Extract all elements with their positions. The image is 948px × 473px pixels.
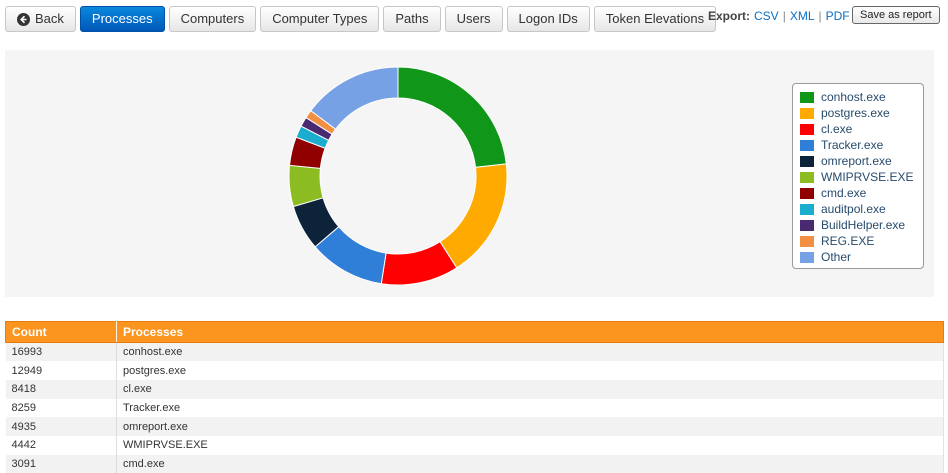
legend-swatch (800, 108, 814, 119)
chart-panel: conhost.exe postgres.exe cl.exe Tracker.exe… (5, 50, 934, 297)
legend-item[interactable]: REG.EXE (800, 233, 923, 249)
legend-item[interactable]: postgres.exe (800, 105, 923, 121)
legend-swatch (800, 156, 814, 167)
legend-item[interactable]: conhost.exe (800, 89, 923, 105)
table-row[interactable]: 16993conhost.exe (6, 343, 944, 362)
export-csv-link[interactable]: CSV (754, 9, 779, 23)
legend-label: auditpol.exe (821, 202, 886, 216)
processes-table: Count Processes 16993conhost.exe12949pos… (5, 321, 944, 473)
legend-label: omreport.exe (821, 154, 892, 168)
export-bar: Export: CSV | XML | PDF (708, 9, 850, 23)
legend-swatch (800, 188, 814, 199)
tab-logon-ids[interactable]: Logon IDs (507, 6, 590, 32)
legend-swatch (800, 236, 814, 247)
legend-item[interactable]: cl.exe (800, 121, 923, 137)
legend-label: Tracker.exe (821, 138, 883, 152)
legend-item[interactable]: WMIPRVSE.EXE (800, 169, 923, 185)
processes-table-wrap: Count Processes 16993conhost.exe12949pos… (5, 321, 944, 473)
donut-slice[interactable] (398, 67, 506, 167)
legend-item[interactable]: Other (800, 249, 923, 265)
tab-computers[interactable]: Computers (169, 6, 257, 32)
process-cell: omreport.exe (117, 417, 944, 436)
legend-label: cmd.exe (821, 186, 866, 200)
legend-swatch (800, 140, 814, 151)
legend-swatch (800, 92, 814, 103)
tab-users[interactable]: Users (445, 6, 503, 32)
table-header-row: Count Processes (6, 322, 944, 343)
legend-swatch (800, 172, 814, 183)
tab-processes[interactable]: Processes (80, 6, 165, 32)
table-row[interactable]: 8418cl.exe (6, 380, 944, 399)
arrow-left-icon (17, 13, 30, 26)
legend-label: REG.EXE (821, 234, 874, 248)
process-cell: cl.exe (117, 380, 944, 399)
table-row[interactable]: 3091cmd.exe (6, 455, 944, 473)
save-as-report-button[interactable]: Save as report (852, 6, 940, 24)
export-separator: | (819, 9, 822, 23)
count-cell: 3091 (6, 455, 117, 473)
count-cell: 4935 (6, 417, 117, 436)
count-cell: 16993 (6, 343, 117, 362)
donut-chart (5, 50, 792, 297)
legend-label: BuildHelper.exe (821, 218, 905, 232)
legend-swatch (800, 124, 814, 135)
count-cell: 8259 (6, 399, 117, 418)
count-cell: 8418 (6, 380, 117, 399)
export-pdf-link[interactable]: PDF (826, 9, 850, 23)
process-cell: postgres.exe (117, 361, 944, 380)
tab-paths[interactable]: Paths (383, 6, 440, 32)
back-label: Back (35, 7, 64, 31)
export-separator: | (783, 9, 786, 23)
back-button[interactable]: Back (5, 6, 76, 32)
export-xml-link[interactable]: XML (790, 9, 815, 23)
table-row[interactable]: 4442WMIPRVSE.EXE (6, 436, 944, 455)
legend-label: Other (821, 250, 851, 264)
table-body: 16993conhost.exe12949postgres.exe8418cl.… (6, 343, 944, 473)
legend-item[interactable]: omreport.exe (800, 153, 923, 169)
process-cell: Tracker.exe (117, 399, 944, 418)
top-nav: Back Processes Computers Computer Types … (5, 6, 720, 32)
process-cell: WMIPRVSE.EXE (117, 436, 944, 455)
tab-computer-types[interactable]: Computer Types (260, 6, 379, 32)
table-row[interactable]: 8259Tracker.exe (6, 399, 944, 418)
export-label: Export: (708, 9, 750, 23)
legend-item[interactable]: Tracker.exe (800, 137, 923, 153)
donut-slice[interactable] (440, 164, 507, 268)
legend-swatch (800, 252, 814, 263)
legend-item[interactable]: auditpol.exe (800, 201, 923, 217)
legend-item[interactable]: cmd.exe (800, 185, 923, 201)
count-cell: 12949 (6, 361, 117, 380)
donut-slice[interactable] (311, 67, 398, 129)
table-row[interactable]: 4935omreport.exe (6, 417, 944, 436)
legend-label: postgres.exe (821, 106, 890, 120)
legend-item[interactable]: BuildHelper.exe (800, 217, 923, 233)
tab-token-elevations[interactable]: Token Elevations (594, 6, 716, 32)
column-header-processes[interactable]: Processes (117, 322, 944, 343)
process-cell: cmd.exe (117, 455, 944, 473)
legend-label: cl.exe (821, 122, 852, 136)
table-row[interactable]: 12949postgres.exe (6, 361, 944, 380)
chart-legend: conhost.exe postgres.exe cl.exe Tracker.exe… (792, 83, 924, 269)
legend-label: WMIPRVSE.EXE (821, 170, 913, 184)
legend-swatch (800, 204, 814, 215)
legend-swatch (800, 220, 814, 231)
column-header-count[interactable]: Count (6, 322, 117, 343)
process-cell: conhost.exe (117, 343, 944, 362)
legend-label: conhost.exe (821, 90, 886, 104)
count-cell: 4442 (6, 436, 117, 455)
